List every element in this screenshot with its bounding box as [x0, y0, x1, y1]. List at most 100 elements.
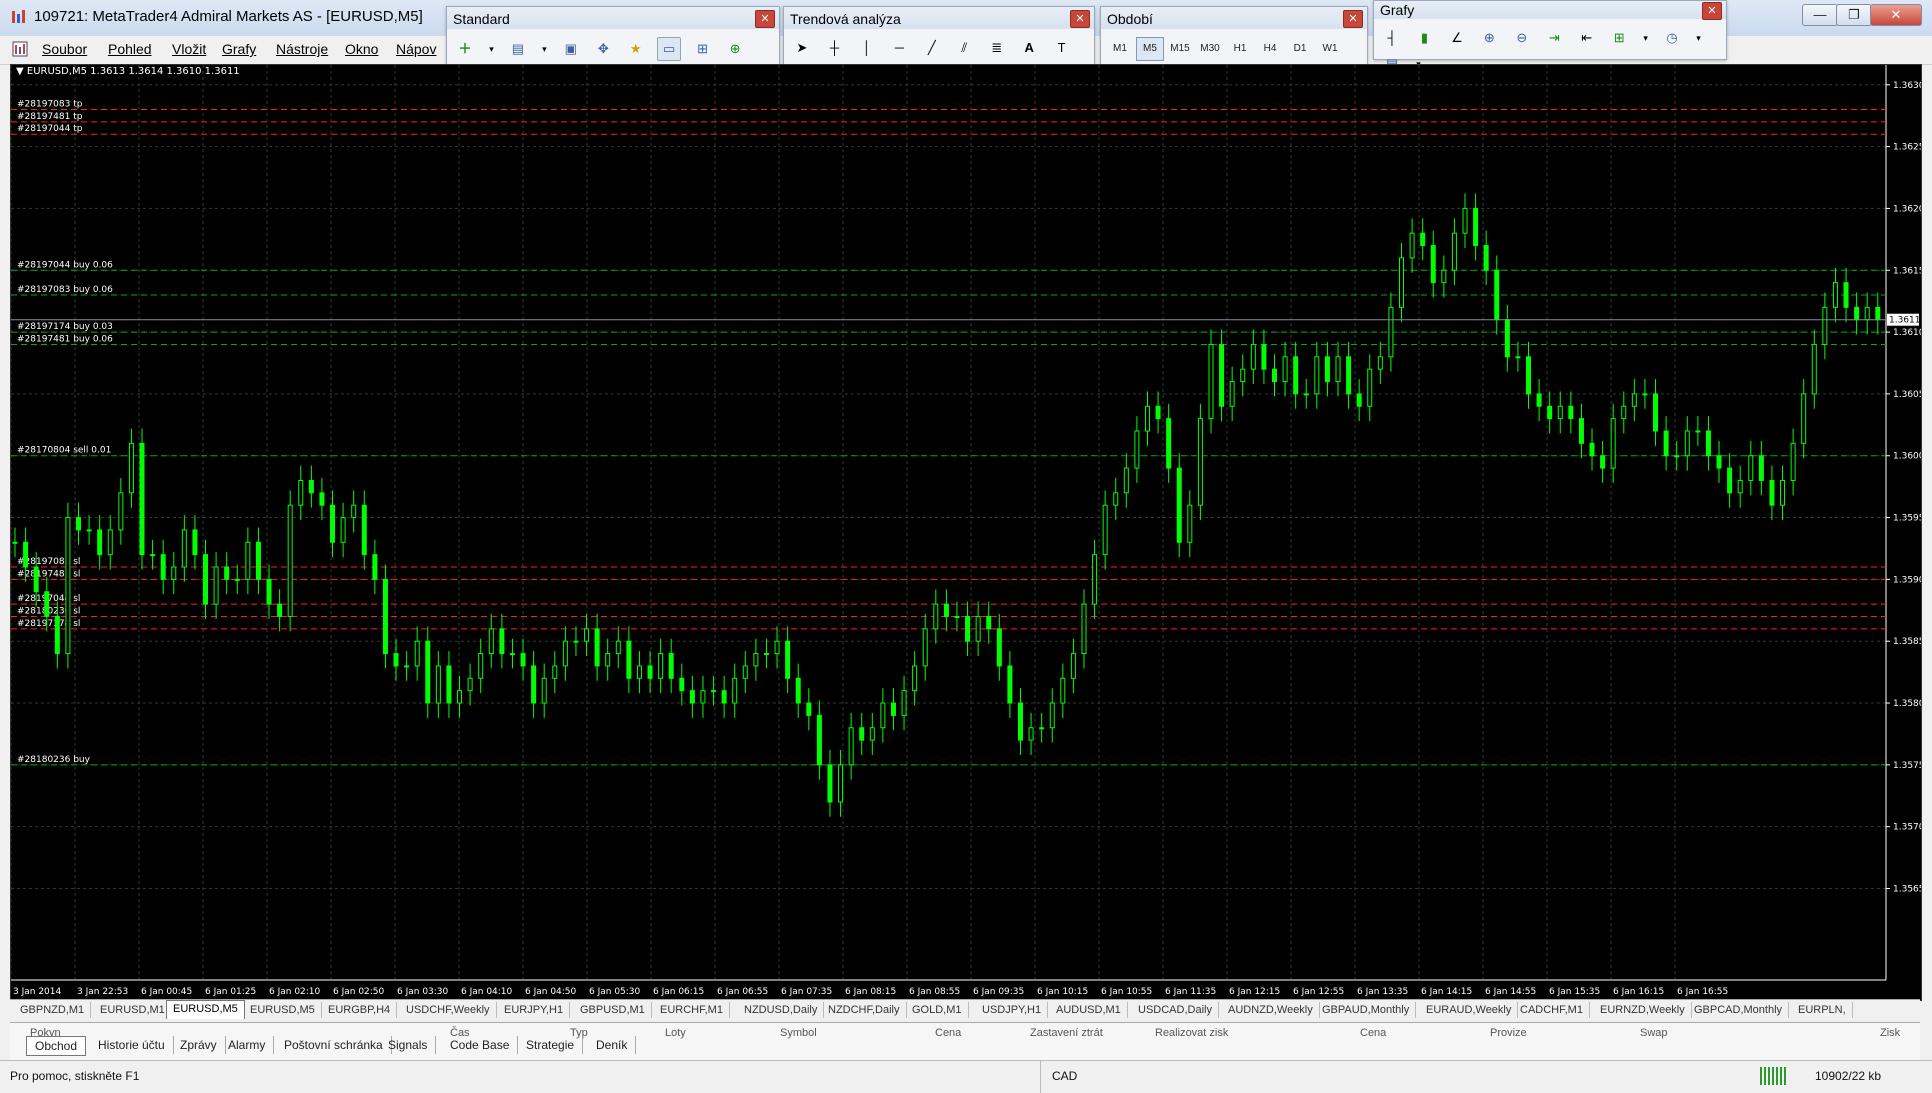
menu-grafy[interactable]: Grafy: [222, 41, 256, 57]
candle-body: [933, 603, 939, 630]
menu-okno[interactable]: Okno: [345, 41, 378, 57]
symbol-tab[interactable]: EURPLN,: [1792, 1002, 1853, 1018]
market-watch-icon[interactable]: ▣: [560, 38, 582, 60]
terminal-column-header[interactable]: Zastavení ztrát: [1030, 1027, 1103, 1039]
auto-scroll-icon[interactable]: ⇥: [1543, 27, 1565, 49]
chevron-down-icon[interactable]: ▾: [539, 38, 549, 60]
symbol-tab[interactable]: GBPUSD,M1: [574, 1002, 652, 1018]
zoom-in-icon[interactable]: ⊕: [1478, 27, 1500, 49]
symbol-tab[interactable]: EURUSD,M5: [166, 1000, 245, 1019]
chevron-down-icon[interactable]: ▾: [1641, 27, 1651, 49]
symbol-tab[interactable]: GBPAUD,Monthly: [1316, 1002, 1417, 1018]
candlestick-chart-icon[interactable]: ▮: [1413, 27, 1435, 49]
toolbar-periods-close-button[interactable]: ✕: [1343, 10, 1363, 28]
terminal-column-header[interactable]: Swap: [1640, 1027, 1668, 1039]
strategy-tester-icon[interactable]: ⊞: [692, 38, 714, 60]
symbol-tab[interactable]: NZDUSD,Daily: [738, 1002, 825, 1018]
connection-status-icon[interactable]: [1760, 1067, 1786, 1085]
symbol-tab[interactable]: CADCHF,M1: [1514, 1002, 1590, 1018]
terminal-tab[interactable]: Zprávy: [172, 1036, 226, 1054]
chevron-down-icon[interactable]: ▾: [1694, 27, 1704, 49]
toolbar-standard-header[interactable]: Standard ✕: [447, 7, 779, 29]
text-tool-icon[interactable]: A: [1018, 37, 1040, 59]
terminal-icon[interactable]: ▭: [657, 37, 682, 61]
terminal-column-header[interactable]: Zisk: [1880, 1027, 1900, 1039]
indicators-icon[interactable]: ⊞: [1608, 27, 1630, 49]
terminal-tab[interactable]: Code Base: [442, 1036, 519, 1054]
period-button-m5[interactable]: M5: [1136, 37, 1164, 61]
profiles-icon[interactable]: ▤: [507, 38, 529, 60]
toolbar-charts-header[interactable]: Grafy ✕: [1374, 1, 1726, 20]
symbol-tab[interactable]: AUDNZD,Weekly: [1222, 1002, 1320, 1018]
toolbar-standard-close-button[interactable]: ✕: [755, 10, 775, 28]
fibonacci-icon[interactable]: ≣: [986, 37, 1008, 59]
toolbar-periods-header[interactable]: Období ✕: [1101, 7, 1367, 29]
line-chart-icon[interactable]: ∠: [1446, 27, 1468, 49]
toolbar-trend-close-button[interactable]: ✕: [1070, 10, 1090, 28]
menu-soubor[interactable]: Soubor: [42, 41, 87, 57]
period-button-m30[interactable]: M30: [1196, 37, 1224, 61]
periods-clock-icon[interactable]: ◷: [1661, 27, 1683, 49]
period-button-m1[interactable]: M1: [1106, 37, 1134, 61]
terminal-tab[interactable]: Poštovní schránka: [276, 1036, 392, 1054]
terminal-tab[interactable]: Historie účtu: [90, 1036, 174, 1054]
trendline-icon[interactable]: ╱: [921, 37, 943, 59]
cursor-arrow-icon[interactable]: ➤: [791, 37, 813, 59]
terminal-tab[interactable]: Signals: [380, 1036, 437, 1054]
toolbar-trend-header[interactable]: Trendová analýza ✕: [784, 7, 1094, 29]
menu-vlozit[interactable]: Vložit: [172, 41, 206, 57]
channel-icon[interactable]: ⫽: [953, 37, 975, 59]
minimize-button[interactable]: —: [1802, 4, 1838, 26]
bar-chart-icon[interactable]: ┤: [1381, 27, 1403, 49]
text-label-icon[interactable]: T: [1051, 37, 1073, 59]
period-button-m15[interactable]: M15: [1166, 37, 1194, 61]
navigator-icon[interactable]: ✥: [592, 38, 614, 60]
terminal-tab[interactable]: Deník: [588, 1036, 637, 1054]
period-button-d1[interactable]: D1: [1286, 37, 1314, 61]
symbol-tab[interactable]: EURNZD,Weekly: [1594, 1002, 1692, 1018]
terminal-column-header[interactable]: Realizovat zisk: [1155, 1027, 1228, 1039]
zoom-out-icon[interactable]: ⊖: [1511, 27, 1533, 49]
terminal-column-header[interactable]: Provize: [1490, 1027, 1527, 1039]
terminal-column-header[interactable]: Symbol: [780, 1027, 817, 1039]
price-chart[interactable]: 1.3630 1.3625 1.3620 1.3615 1.3610 1.3605 1.36…: [10, 64, 1925, 1001]
symbol-tab[interactable]: GOLD,M1: [906, 1002, 969, 1018]
period-button-h4[interactable]: H4: [1256, 37, 1284, 61]
period-button-h1[interactable]: H1: [1226, 37, 1254, 61]
menu-nastroje[interactable]: Nástroje: [276, 41, 328, 57]
symbol-tab[interactable]: NZDCHF,Daily: [822, 1002, 907, 1018]
symbol-tab[interactable]: EURUSD,M5: [244, 1002, 322, 1018]
symbol-tab[interactable]: USDJPY,H1: [976, 1002, 1049, 1018]
symbol-tab[interactable]: AUDUSD,M1: [1050, 1002, 1128, 1018]
symbol-tab[interactable]: GBPNZD,M1: [14, 1002, 92, 1018]
menu-napoveda[interactable]: Nápov: [396, 41, 436, 57]
terminal-tab[interactable]: Strategie: [518, 1036, 584, 1054]
favorites-star-icon[interactable]: ★: [625, 38, 647, 60]
symbol-tab[interactable]: EURAUD,Weekly: [1420, 1002, 1519, 1018]
terminal-column-header[interactable]: Cena: [935, 1027, 961, 1039]
chevron-down-icon[interactable]: ▾: [486, 38, 496, 60]
symbol-tab[interactable]: EURCHF,M1: [654, 1002, 730, 1018]
symbol-tab[interactable]: EURJPY,H1: [498, 1002, 571, 1018]
symbol-tab[interactable]: EURGBP,H4: [322, 1002, 398, 1018]
symbol-tab[interactable]: EURUSD,M1: [94, 1002, 172, 1018]
terminal-tab[interactable]: Obchod: [26, 1036, 87, 1056]
symbol-tab[interactable]: USDCAD,Daily: [1132, 1002, 1219, 1018]
horizontal-line-icon[interactable]: ─: [888, 37, 910, 59]
crosshair-icon[interactable]: ┼: [823, 37, 845, 59]
chart-shift-icon[interactable]: ⇤: [1576, 27, 1598, 49]
candlestick-chart[interactable]: 1.3630 1.3625 1.3620 1.3615 1.3610 1.3605 1.36…: [10, 65, 1925, 1000]
terminal-tab[interactable]: Alarmy: [220, 1036, 275, 1054]
symbol-tab[interactable]: GBPCAD,Monthly: [1688, 1002, 1790, 1018]
terminal-column-header[interactable]: Cena: [1360, 1027, 1386, 1039]
close-window-button[interactable]: ✕: [1870, 4, 1922, 26]
symbol-tab[interactable]: USDCHF,Weekly: [400, 1002, 497, 1018]
menu-pohled[interactable]: Pohled: [108, 41, 152, 57]
new-chart-icon[interactable]: ＋: [454, 38, 476, 60]
toolbar-charts-close-button[interactable]: ✕: [1702, 2, 1722, 20]
period-button-w1[interactable]: W1: [1316, 37, 1344, 61]
new-order-icon[interactable]: ⊕: [724, 38, 746, 60]
maximize-button[interactable]: ❐: [1836, 4, 1872, 26]
vertical-line-icon[interactable]: │: [856, 37, 878, 59]
terminal-column-header[interactable]: Loty: [665, 1027, 686, 1039]
